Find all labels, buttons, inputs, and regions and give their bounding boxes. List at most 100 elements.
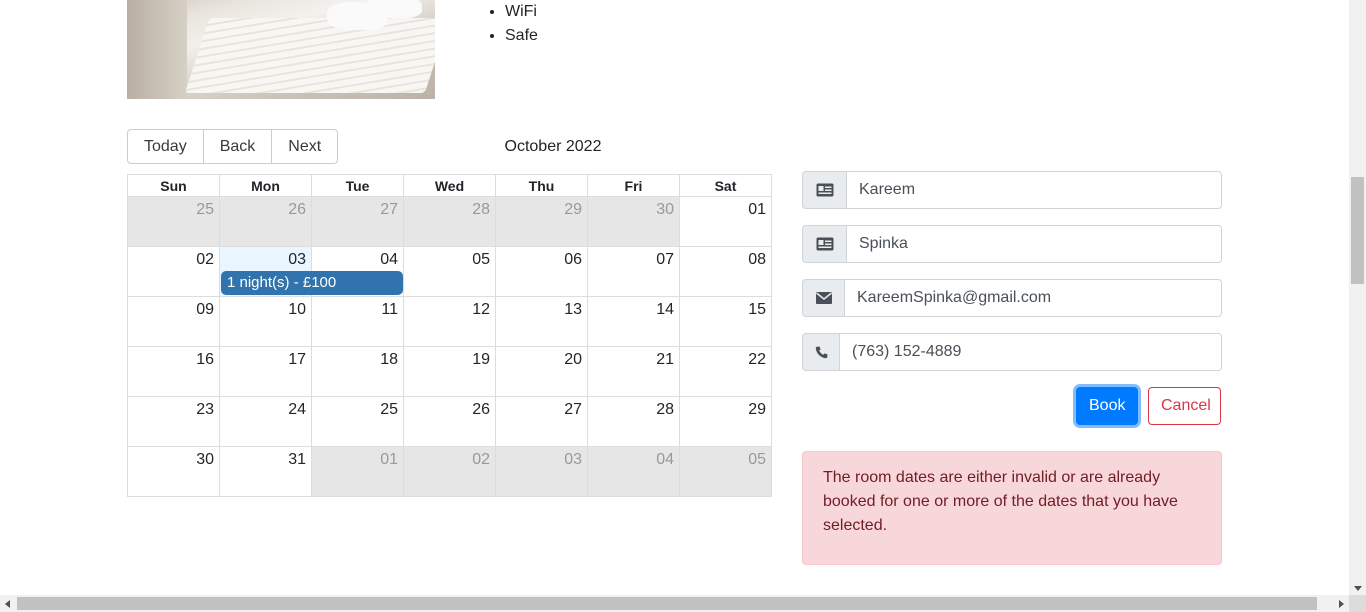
scroll-right-arrow-icon[interactable] xyxy=(1339,600,1344,608)
calendar-day-number: 05 xyxy=(472,251,490,268)
calendar-weeks: 25 26 27 28 29 30 01 02 03 04 05 06 07 08 1 night(s) -… xyxy=(127,197,772,497)
phone-icon xyxy=(802,333,839,371)
calendar-day-cell[interactable]: 30 xyxy=(587,197,679,246)
calendar-day-number: 02 xyxy=(196,251,214,268)
horizontal-scrollbar[interactable] xyxy=(0,595,1349,612)
calendar-day-cell[interactable]: 20 xyxy=(495,347,587,396)
calendar-day-number: 20 xyxy=(564,351,582,368)
weekday-header: Thu xyxy=(495,175,587,196)
calendar-day-number: 03 xyxy=(564,451,582,468)
error-alert-text: The room dates are either invalid or are… xyxy=(823,469,1178,534)
amenity-item: WiFi xyxy=(505,0,538,24)
envelope-icon xyxy=(802,279,844,317)
scrollbar-corner xyxy=(1349,595,1366,612)
calendar-day-cell[interactable]: 29 xyxy=(679,397,771,446)
calendar-day-cell[interactable]: 02 xyxy=(128,247,219,296)
calendar-day-number: 21 xyxy=(656,351,674,368)
calendar-month-label: October 2022 xyxy=(504,138,602,155)
book-button[interactable]: Book xyxy=(1076,387,1138,425)
weekday-header: Wed xyxy=(403,175,495,196)
calendar-day-cell[interactable]: 29 xyxy=(495,197,587,246)
calendar-day-number: 04 xyxy=(380,251,398,268)
next-button[interactable]: Next xyxy=(271,129,339,164)
calendar-day-cell[interactable]: 22 xyxy=(679,347,771,396)
scroll-left-arrow-icon[interactable] xyxy=(5,600,10,608)
calendar-day-number: 02 xyxy=(472,451,490,468)
calendar-day-cell[interactable]: 10 xyxy=(219,297,311,346)
firstname-input[interactable] xyxy=(846,171,1222,209)
calendar-day-cell[interactable]: 26 xyxy=(403,397,495,446)
vertical-scrollbar[interactable] xyxy=(1349,0,1366,595)
calendar-day-cell[interactable]: 27 xyxy=(311,197,403,246)
calendar-day-cell[interactable]: 07 xyxy=(587,247,679,296)
calendar-day-number: 13 xyxy=(564,301,582,318)
calendar-day-cell[interactable]: 15 xyxy=(679,297,771,346)
calendar-day-cell[interactable]: 16 xyxy=(128,347,219,396)
booking-form xyxy=(802,171,1222,387)
calendar-day-cell[interactable]: 31 xyxy=(219,447,311,496)
calendar-day-cell[interactable]: 06 xyxy=(495,247,587,296)
calendar-day-cell[interactable]: 25 xyxy=(128,197,219,246)
calendar-day-cell[interactable]: 27 xyxy=(495,397,587,446)
calendar-day-cell[interactable]: 13 xyxy=(495,297,587,346)
email-group xyxy=(802,279,1222,317)
room-image-pillow xyxy=(367,0,422,18)
calendar-day-number: 28 xyxy=(656,401,674,418)
calendar-day-cell[interactable]: 03 xyxy=(495,447,587,496)
calendar-day-number: 25 xyxy=(196,201,214,218)
calendar-day-cell[interactable]: 28 xyxy=(587,397,679,446)
calendar-day-cell[interactable]: 05 xyxy=(679,447,771,496)
email-input[interactable] xyxy=(844,279,1222,317)
calendar-week-row: 02 03 04 05 06 07 08 1 night(s) - £100 xyxy=(127,247,772,297)
calendar-day-cell[interactable]: 01 xyxy=(311,447,403,496)
weekday-header: Fri xyxy=(587,175,679,196)
calendar-day-number: 27 xyxy=(380,201,398,218)
calendar-day-number: 30 xyxy=(196,451,214,468)
calendar-day-cell[interactable]: 21 xyxy=(587,347,679,396)
calendar-day-cell[interactable]: 23 xyxy=(128,397,219,446)
phone-input[interactable] xyxy=(839,333,1222,371)
vertical-scrollbar-thumb[interactable] xyxy=(1351,177,1364,284)
calendar-day-cell[interactable]: 09 xyxy=(128,297,219,346)
calendar-day-number: 08 xyxy=(748,251,766,268)
calendar-day-cell[interactable]: 02 xyxy=(403,447,495,496)
scroll-down-arrow-icon[interactable] xyxy=(1354,586,1362,591)
booking-event[interactable]: 1 night(s) - £100 xyxy=(221,271,403,295)
lastname-input[interactable] xyxy=(846,225,1222,263)
calendar-day-cell[interactable]: 05 xyxy=(403,247,495,296)
calendar-day-number: 28 xyxy=(472,201,490,218)
today-button[interactable]: Today xyxy=(127,129,204,164)
calendar-day-cell[interactable]: 01 xyxy=(679,197,771,246)
cancel-button[interactable]: Cancel xyxy=(1148,387,1221,425)
calendar-day-cell[interactable]: 24 xyxy=(219,397,311,446)
room-image-bed xyxy=(184,18,435,93)
calendar-day-number: 05 xyxy=(748,451,766,468)
weekday-header: Sun xyxy=(160,178,187,194)
calendar-day-cell[interactable]: 28 xyxy=(403,197,495,246)
calendar-day-number: 01 xyxy=(380,451,398,468)
amenity-item: Safe xyxy=(505,24,538,48)
calendar-day-cell[interactable]: 30 xyxy=(128,447,219,496)
calendar-day-number: 09 xyxy=(196,301,214,318)
calendar-day-cell[interactable]: 11 xyxy=(311,297,403,346)
back-button[interactable]: Back xyxy=(202,129,273,164)
calendar-week-row: 09 10 11 12 13 14 15 xyxy=(127,297,772,347)
calendar-week-row: 16 17 18 19 20 21 22 xyxy=(127,347,772,397)
calendar-day-cell[interactable]: 25 xyxy=(311,397,403,446)
calendar-day-number: 29 xyxy=(564,201,582,218)
calendar-day-number: 03 xyxy=(288,251,306,268)
lastname-group xyxy=(802,225,1222,263)
calendar-toolbar: Today Back Next xyxy=(127,129,339,164)
room-image-wall xyxy=(127,0,187,99)
horizontal-scrollbar-thumb[interactable] xyxy=(17,597,1317,610)
calendar-week-row: 23 24 25 26 27 28 29 xyxy=(127,397,772,447)
calendar-day-cell[interactable]: 14 xyxy=(587,297,679,346)
calendar-day-cell[interactable]: 18 xyxy=(311,347,403,396)
calendar-day-cell[interactable]: 19 xyxy=(403,347,495,396)
calendar-day-cell[interactable]: 12 xyxy=(403,297,495,346)
calendar-day-cell[interactable]: 26 xyxy=(219,197,311,246)
calendar-day-cell[interactable]: 17 xyxy=(219,347,311,396)
calendar-day-cell[interactable]: 04 xyxy=(587,447,679,496)
calendar-day-number: 31 xyxy=(288,451,306,468)
calendar-day-cell[interactable]: 08 xyxy=(679,247,771,296)
